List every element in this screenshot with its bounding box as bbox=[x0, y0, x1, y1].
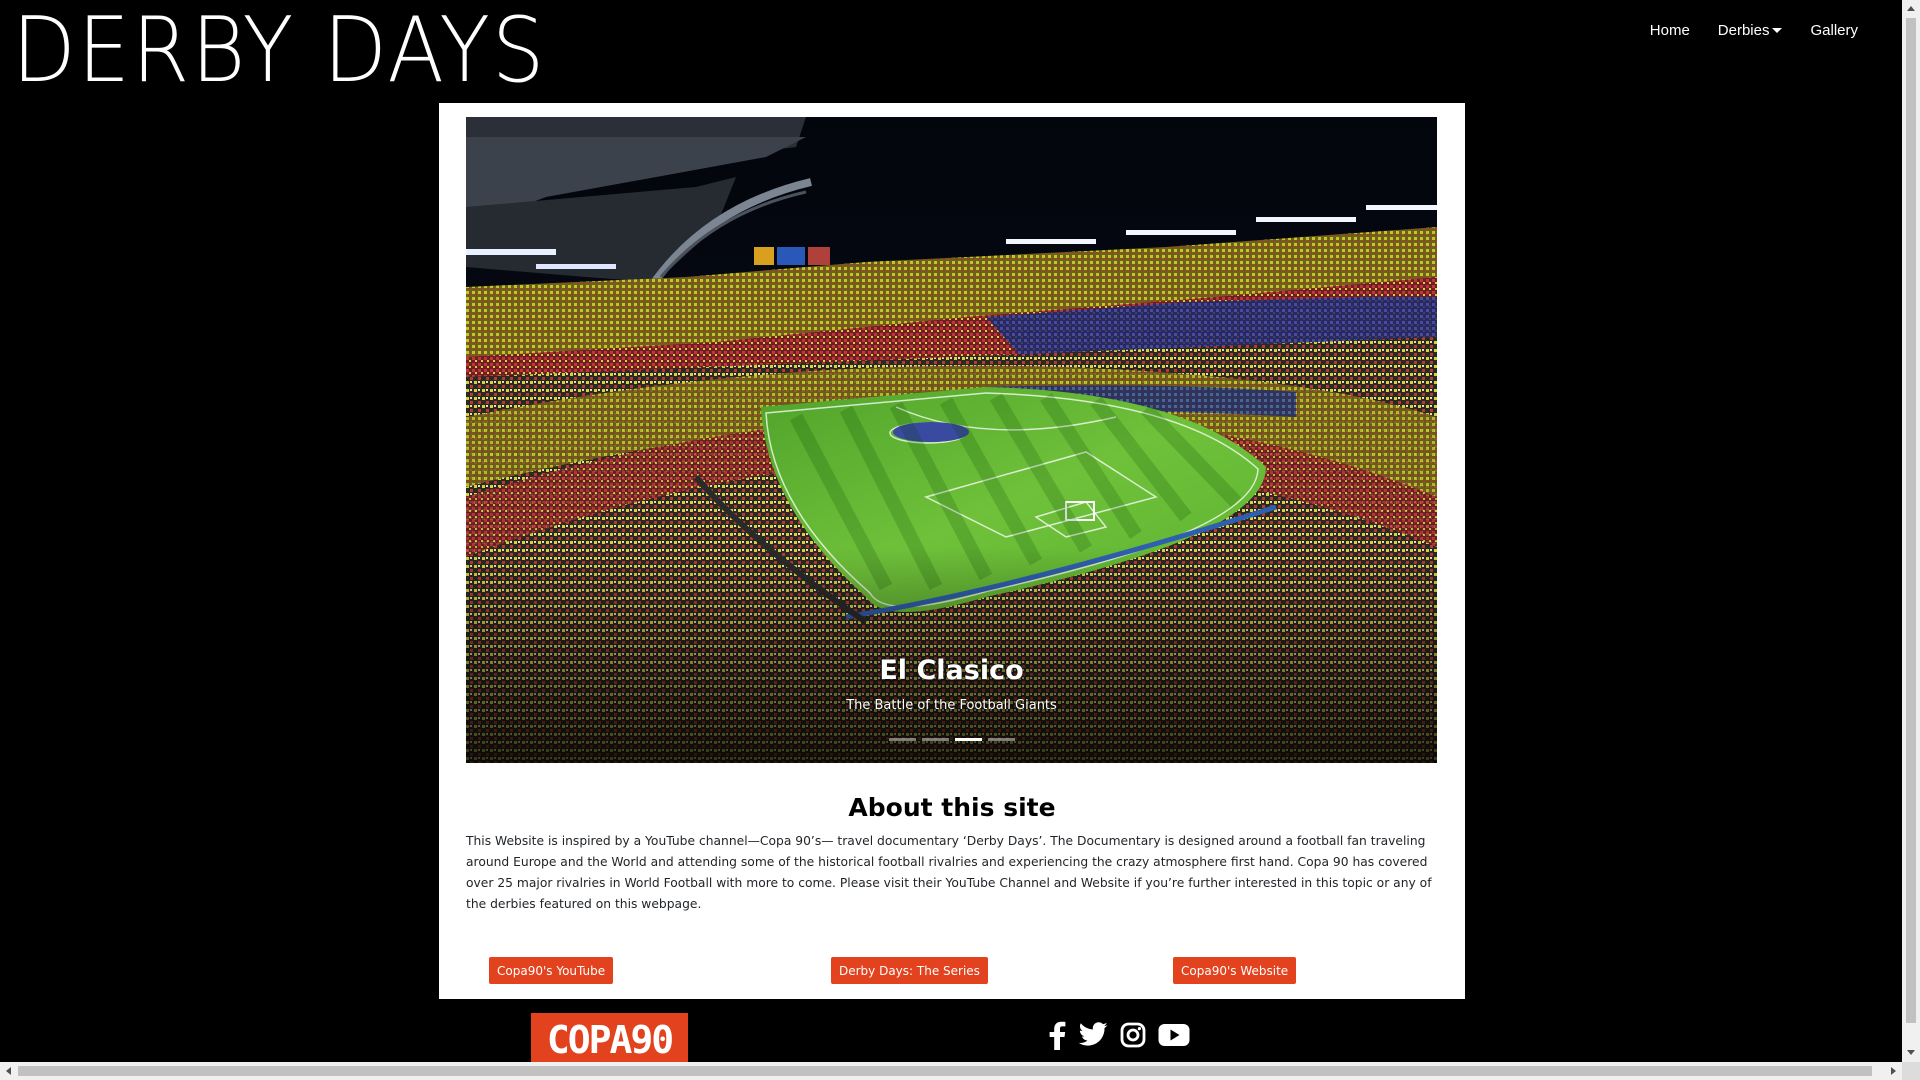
scroll-left-icon[interactable] bbox=[6, 1067, 11, 1075]
instagram-icon[interactable] bbox=[1120, 1022, 1146, 1048]
scrollbar-corner bbox=[1902, 1062, 1920, 1080]
carousel-indicators bbox=[466, 738, 1437, 741]
carousel-indicator-2[interactable] bbox=[921, 738, 949, 741]
nav-derbies-dropdown[interactable]: Derbies bbox=[1718, 22, 1783, 39]
derby-days-series-button[interactable]: Derby Days: The Series bbox=[831, 957, 988, 984]
page: DERBY DAYS Home Derbies Gallery El Clasi… bbox=[0, 0, 1902, 1062]
caret-down-icon bbox=[1772, 28, 1783, 33]
youtube-icon[interactable] bbox=[1158, 1023, 1190, 1047]
scroll-down-icon[interactable] bbox=[1907, 1050, 1915, 1055]
scroll-up-icon[interactable] bbox=[1907, 6, 1915, 11]
nav-derbies-label: Derbies bbox=[1717, 22, 1770, 39]
slide-title: El Clasico bbox=[879, 655, 1024, 686]
carousel-indicator-3[interactable] bbox=[954, 738, 982, 741]
nav-home[interactable]: Home bbox=[1650, 22, 1690, 39]
scroll-right-icon[interactable] bbox=[1891, 1067, 1896, 1075]
about-heading: About this site bbox=[848, 793, 1056, 822]
vertical-scrollbar[interactable] bbox=[1902, 0, 1920, 1062]
copa90-website-button[interactable]: Copa90's Website bbox=[1173, 957, 1297, 984]
horizontal-scroll-thumb[interactable] bbox=[18, 1066, 1872, 1076]
copa90-youtube-button[interactable]: Copa90's YouTube bbox=[489, 957, 614, 984]
main-nav: Home Derbies Gallery bbox=[1650, 22, 1858, 39]
horizontal-scrollbar[interactable] bbox=[0, 1062, 1902, 1080]
facebook-icon[interactable] bbox=[1048, 1020, 1066, 1050]
nav-gallery[interactable]: Gallery bbox=[1810, 22, 1858, 39]
content-card: El Clasico The Battle of the Football Gi… bbox=[439, 103, 1465, 999]
carousel[interactable]: El Clasico The Battle of the Football Gi… bbox=[466, 117, 1437, 763]
social-links bbox=[1048, 1020, 1190, 1050]
copa90-logo[interactable]: COPA90 bbox=[531, 1013, 688, 1062]
carousel-indicator-1[interactable] bbox=[888, 738, 916, 741]
twitter-icon[interactable] bbox=[1078, 1022, 1108, 1048]
carousel-indicator-4[interactable] bbox=[987, 738, 1015, 741]
slide-subtitle: The Battle of the Football Giants bbox=[846, 698, 1057, 713]
site-logo[interactable]: DERBY DAYS bbox=[12, 6, 546, 96]
slide-caption: El Clasico The Battle of the Football Gi… bbox=[466, 655, 1437, 713]
vertical-scroll-thumb[interactable] bbox=[1906, 18, 1916, 1023]
about-paragraph: This Website is inspired by a YouTube ch… bbox=[466, 834, 1432, 911]
